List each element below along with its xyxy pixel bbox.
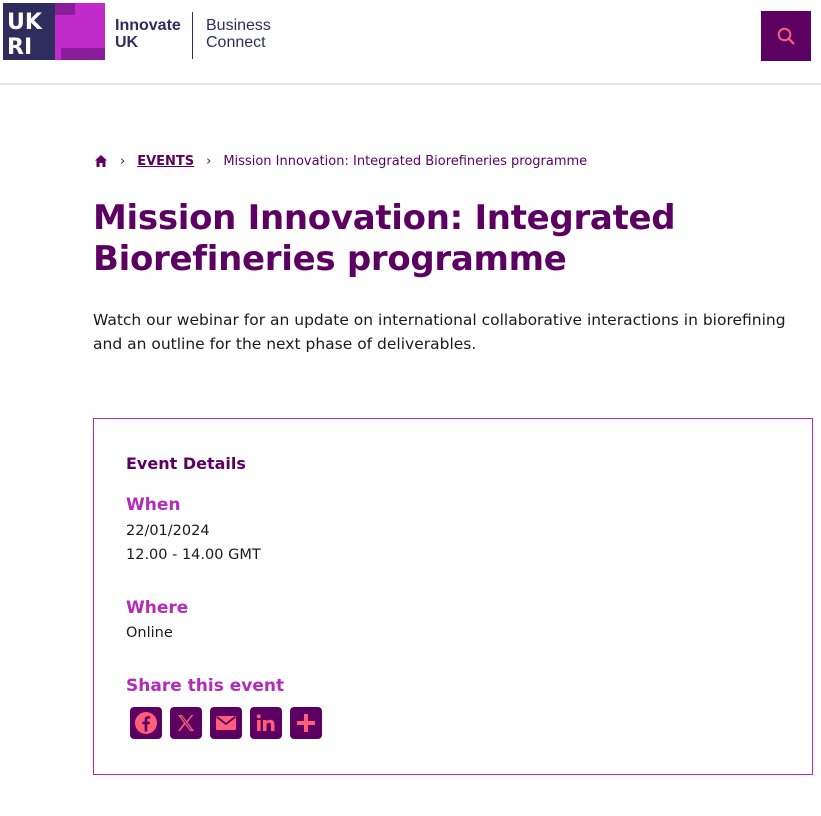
page-title: Mission Innovation: Integrated Biorefine… (93, 198, 676, 279)
logo-text-uk: UK (7, 10, 43, 35)
ukri-logo[interactable]: UK RI (3, 3, 105, 60)
partner-line-1: Business (206, 17, 271, 34)
event-time: 12.00 - 14.00 GMT (126, 547, 261, 563)
when-label: When (126, 495, 181, 515)
event-details-heading: Event Details (126, 454, 246, 473)
brand-line-2: UK (115, 34, 139, 51)
share-buttons (130, 707, 322, 739)
search-icon (777, 27, 795, 45)
page-intro: Watch our webinar for an update on inter… (93, 311, 786, 353)
email-icon (216, 716, 236, 730)
where-label: Where (126, 598, 189, 618)
event-location: Online (126, 625, 173, 641)
brand-business-connect: Business Connect (206, 17, 271, 51)
linkedin-icon (256, 714, 275, 731)
brand-innovate-uk: Innovate UK (115, 17, 181, 51)
breadcrumb-current: Mission Innovation: Integrated Biorefine… (223, 153, 588, 169)
more-share-button[interactable] (290, 707, 322, 739)
site-header: UK RI Innovate UK Business Connect (0, 0, 821, 85)
breadcrumb-separator: › (120, 153, 126, 169)
event-details-card: Event Details When 22/01/2024 12.00 - 14… (93, 418, 813, 775)
linkedin-share-button[interactable] (250, 707, 282, 739)
logo-text-ri: RI (7, 35, 32, 60)
breadcrumb-events-link[interactable]: EVENTS (137, 154, 194, 169)
plus-icon (297, 714, 315, 732)
partner-line-2: Connect (206, 34, 266, 51)
event-date: 22/01/2024 (126, 523, 210, 539)
facebook-share-button[interactable] (130, 707, 162, 739)
breadcrumb: › EVENTS › Mission Innovation: Integrate… (94, 151, 587, 171)
x-icon (178, 715, 194, 731)
x-share-button[interactable] (170, 707, 202, 739)
breadcrumb-separator: › (206, 153, 212, 169)
facebook-icon (135, 712, 157, 734)
email-share-button[interactable] (210, 707, 242, 739)
home-icon[interactable] (94, 154, 108, 168)
brand-divider (192, 12, 193, 59)
search-button[interactable] (761, 11, 811, 61)
share-label: Share this event (126, 676, 285, 696)
brand-line-1: Innovate (115, 17, 181, 34)
